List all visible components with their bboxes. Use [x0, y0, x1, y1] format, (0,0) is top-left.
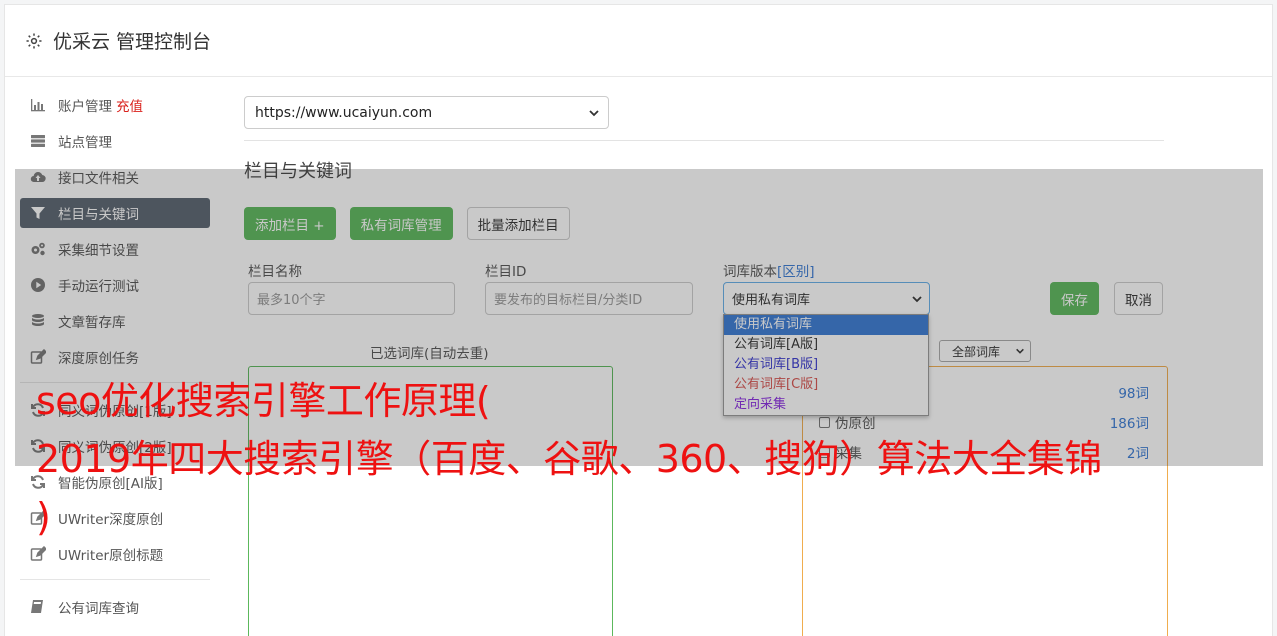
divider: [244, 140, 1164, 141]
sidebar-divider: [20, 579, 210, 580]
site-select[interactable]: https://www.ucaiyun.com: [244, 96, 609, 129]
watermark-line: ): [36, 495, 51, 539]
sidebar-item-public-lib-query[interactable]: 公有词库查询: [20, 592, 210, 622]
watermark-line: seo优化搜索引擎工作原理(: [36, 379, 491, 423]
book-icon: [31, 600, 43, 613]
sidebar-item-sites[interactable]: 站点管理: [20, 126, 210, 156]
sidebar-item-label: UWriter原创标题: [58, 548, 164, 564]
bar-chart-icon: [31, 99, 45, 112]
chevron-down-icon: [589, 109, 599, 116]
recharge-link[interactable]: 充值: [116, 95, 143, 115]
console-header: 优采云 管理控制台: [5, 5, 1272, 77]
sidebar-item-account[interactable]: 账户管理 充值: [20, 90, 210, 120]
site-select-value: https://www.ucaiyun.com: [255, 104, 433, 121]
watermark-line: 2019年四大搜索引擎（百度、谷歌、360、搜狗）算法大全集锦: [36, 437, 1102, 481]
console-title: 优采云 管理控制台: [53, 31, 212, 53]
sidebar-item-label: 账户管理: [58, 99, 112, 115]
watermark-text: seo优化搜索引擎工作原理( 2019年四大搜索引擎（百度、谷歌、360、搜狗）…: [36, 372, 1271, 546]
server-icon: [31, 135, 45, 147]
sidebar-item-label: 站点管理: [58, 135, 112, 151]
gear-icon: [26, 33, 42, 48]
sidebar-item-label: 公有词库查询: [58, 601, 139, 617]
edit-icon: [30, 546, 46, 561]
